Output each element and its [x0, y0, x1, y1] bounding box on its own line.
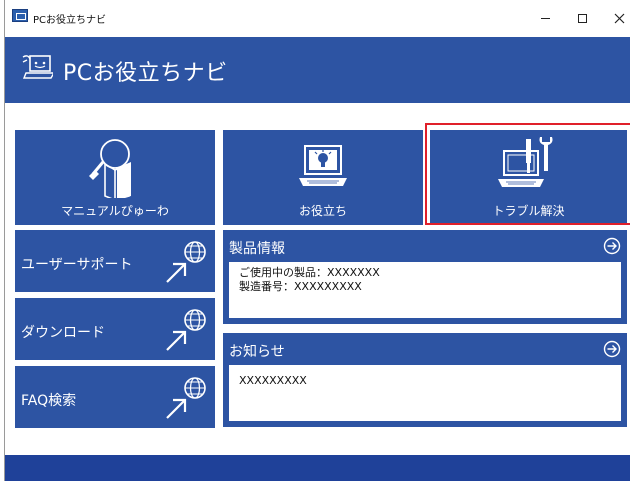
download-link[interactable]: ダウンロード: [15, 298, 215, 360]
globe-arrow-icon: [166, 309, 206, 351]
manual-viewer-tile[interactable]: マニュアルぴゅーわ: [15, 130, 215, 225]
troubleshooting-tile[interactable]: トラブル解決: [430, 130, 627, 225]
serial-number-text: 製造番号：XXXXXXXXX: [239, 280, 362, 293]
minimize-icon: [540, 18, 550, 19]
pc-navi-logo-icon: [22, 55, 53, 79]
download-label: ダウンロード: [21, 325, 105, 341]
minimize-button[interactable]: [526, 0, 564, 37]
useful-info-label: お役立ち: [298, 204, 347, 218]
app-window: PCお役立ちナビ PCお役立ちナビ マニュアルぴゅーわ お役立ち トラブル解決 …: [4, 0, 630, 481]
app-header: PCお役立ちナビ: [5, 37, 630, 103]
faq-search-link[interactable]: FAQ検索: [15, 366, 215, 428]
product-info-title: 製品情報: [229, 241, 285, 257]
faq-search-label: FAQ検索: [21, 393, 77, 409]
footer-bar: [5, 455, 630, 481]
manual-viewer-icon: [89, 139, 131, 198]
globe-arrow-icon: [166, 241, 206, 283]
useful-info-tile[interactable]: お役立ち: [223, 130, 423, 225]
close-button[interactable]: [600, 0, 630, 37]
troubleshooting-label: トラブル解決: [492, 204, 565, 218]
product-model-text: ご使用中の製品：XXXXXXX: [239, 266, 380, 279]
user-support-label: ユーザーサポート: [21, 257, 133, 273]
arrow-right-circle-icon[interactable]: [603, 237, 621, 255]
maximize-button[interactable]: [563, 0, 601, 37]
tools-laptop-icon: [498, 137, 553, 187]
product-info-panel[interactable]: 製品情報 ご使用中の製品：XXXXXXX 製造番号：XXXXXXXXX: [223, 230, 627, 324]
close-icon: [614, 13, 624, 24]
maximize-icon: [577, 14, 587, 23]
globe-arrow-icon: [166, 377, 206, 419]
news-title: お知らせ: [229, 344, 285, 360]
app-title: PCお役立ちナビ: [63, 61, 228, 86]
news-body: XXXXXXXXX: [229, 365, 621, 421]
lightbulb-laptop-icon: [299, 145, 347, 186]
manual-viewer-label: マニュアルぴゅーわ: [61, 204, 169, 218]
news-panel[interactable]: お知らせ XXXXXXXXX: [223, 333, 627, 427]
window-title: PCお役立ちナビ: [33, 15, 107, 26]
user-support-link[interactable]: ユーザーサポート: [15, 230, 215, 292]
product-info-body: ご使用中の製品：XXXXXXX 製造番号：XXXXXXXXX: [229, 262, 621, 318]
news-text: XXXXXXXXX: [239, 374, 307, 387]
title-bar: PCお役立ちナビ: [5, 0, 630, 37]
arrow-right-circle-icon[interactable]: [603, 340, 621, 358]
app-small-icon: [12, 9, 28, 22]
